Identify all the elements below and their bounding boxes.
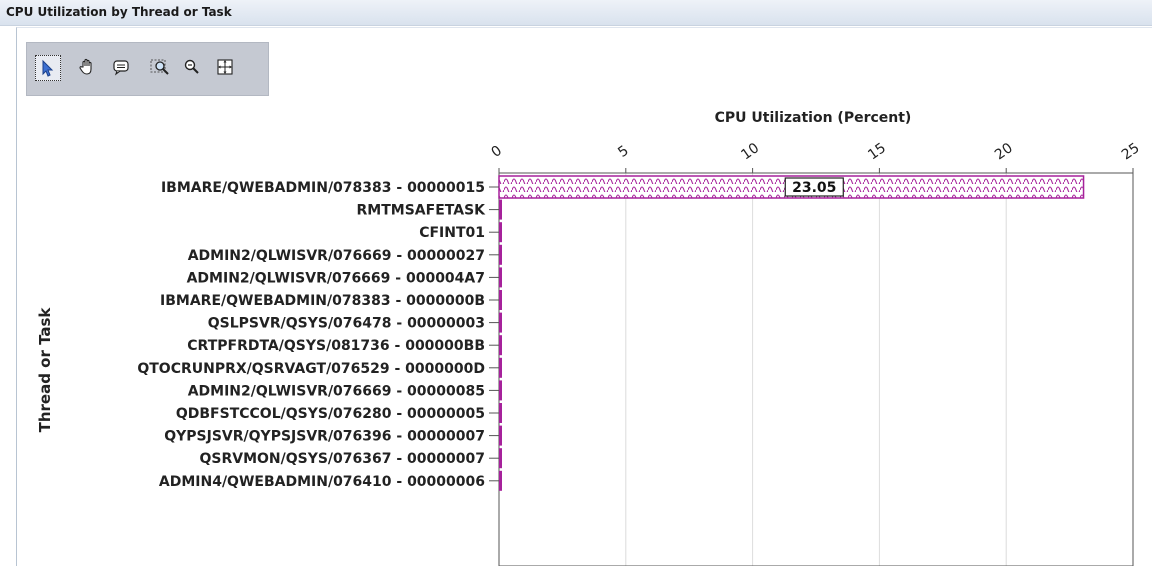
- x-tick-label: 5: [615, 143, 631, 161]
- category-label: ADMIN2/QLWISVR/076669 - 00000027: [188, 248, 485, 264]
- category-label: ADMIN2/QLWISVR/076669 - 000004A7: [187, 270, 485, 286]
- bar[interactable]: [499, 425, 502, 446]
- category-label: IBMARE/QWEBADMIN/078383 - 00000015: [161, 180, 485, 196]
- data-label: 23.05: [792, 180, 836, 196]
- category-label: ADMIN2/QLWISVR/076669 - 00000085: [188, 383, 485, 399]
- bar[interactable]: [499, 290, 502, 310]
- category-label: QSLPSVR/QSYS/076478 - 00000003: [208, 316, 485, 332]
- bar[interactable]: [499, 357, 502, 378]
- category-label: RMTMSAFETASK: [357, 203, 487, 219]
- bar[interactable]: [499, 312, 502, 333]
- bar[interactable]: [499, 403, 502, 423]
- category-label: IBMARE/QWEBADMIN/078383 - 0000000B: [160, 293, 485, 309]
- y-axis-label: Thread or Task: [36, 307, 54, 433]
- plot-area: [498, 172, 1134, 566]
- category-label: ADMIN4/QWEBADMIN/076410 - 00000006: [159, 474, 485, 490]
- bar[interactable]: [499, 267, 502, 288]
- x-tick-label: 25: [1119, 140, 1143, 163]
- bar-chart: CPU Utilization (Percent) Thread or Task…: [36, 110, 1143, 566]
- bar[interactable]: [499, 380, 502, 401]
- x-tick-label: 20: [992, 140, 1016, 163]
- category-label: QTOCRUNPRX/QSRVAGT/076529 - 0000000D: [137, 361, 485, 377]
- category-label: CRTPFRDTA/QSYS/081736 - 000000BB: [187, 338, 485, 354]
- x-tick-label: 10: [738, 140, 762, 163]
- bar[interactable]: [499, 448, 502, 469]
- bar[interactable]: [499, 244, 502, 265]
- x-tick-label: 15: [865, 140, 889, 163]
- category-label: QSRVMON/QSYS/076367 - 00000007: [199, 451, 485, 467]
- bar[interactable]: [499, 335, 502, 356]
- category-label: QDBFSTCCOL/QSYS/076280 - 00000005: [176, 406, 485, 422]
- bar[interactable]: [499, 470, 502, 491]
- bar[interactable]: [499, 199, 502, 220]
- category-label: QYPSJSVR/QYPSJSVR/076396 - 00000007: [164, 429, 485, 445]
- category-label: CFINT01: [419, 225, 485, 241]
- x-tick-label: 0: [488, 143, 504, 161]
- bar[interactable]: [499, 222, 502, 243]
- x-axis-label: CPU Utilization (Percent): [715, 110, 912, 126]
